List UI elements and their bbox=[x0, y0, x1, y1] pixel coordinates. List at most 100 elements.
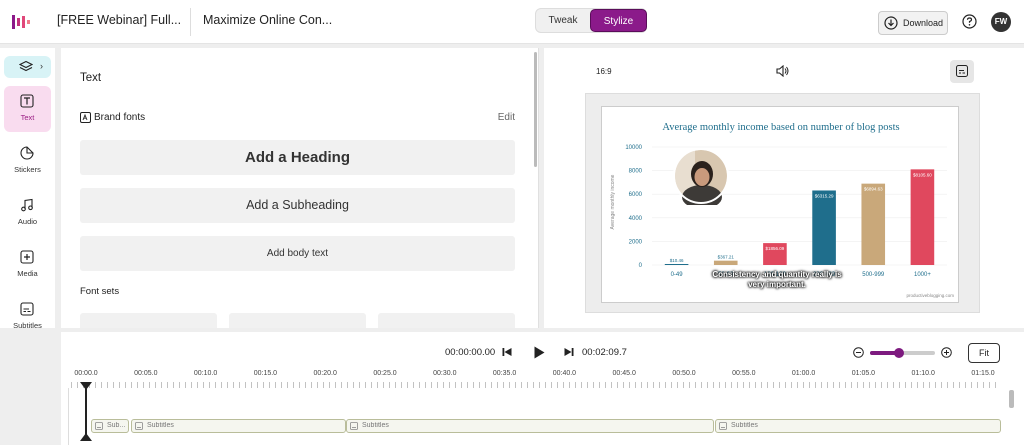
zoom-in-icon[interactable] bbox=[941, 347, 952, 358]
speaker-webcam-photo bbox=[673, 148, 729, 205]
aspect-ratio-selector[interactable]: 16:9 bbox=[596, 67, 612, 76]
brand-fonts-label: Brand fonts bbox=[94, 112, 146, 123]
ruler-time-label: 00:00.0 bbox=[74, 370, 98, 377]
subtitles-icon bbox=[95, 422, 103, 430]
panel-title: Text bbox=[80, 72, 102, 84]
subtitles-icon bbox=[135, 422, 143, 430]
project-title[interactable]: [FREE Webinar] Full... bbox=[57, 13, 181, 27]
timeline-panel: 00:00:00.00 00:02:09.7 Fit 00:00.0 00:05.… bbox=[61, 332, 1024, 445]
panel-scrollbar[interactable] bbox=[534, 52, 537, 167]
clip-label: Subtitles bbox=[362, 422, 389, 429]
subtitle-clip[interactable]: Subtitles bbox=[131, 419, 346, 433]
subtitles-icon bbox=[350, 422, 358, 430]
y-tick-label: 10000 bbox=[625, 145, 642, 151]
clip-label: Sub... bbox=[107, 422, 126, 429]
time-ruler[interactable]: 00:00.0 00:05.0 00:10.0 00:15.0 00:20.0 00:25… bbox=[61, 370, 1024, 390]
video-frame[interactable]: Average monthly income based on number o… bbox=[585, 93, 980, 313]
stylize-tab[interactable]: Stylize bbox=[590, 9, 647, 32]
chart-bar bbox=[861, 183, 886, 265]
sidebar: › Text Stickers Audio Media Subtitles bbox=[0, 48, 55, 330]
x-tick-label: 1000+ bbox=[914, 272, 931, 278]
y-tick-label: 0 bbox=[639, 263, 643, 269]
subtitle-track[interactable] bbox=[68, 388, 1001, 445]
add-body-text-button[interactable]: Add body text bbox=[80, 236, 515, 271]
music-note-icon bbox=[21, 198, 33, 212]
tweak-tab[interactable]: Tweak bbox=[536, 9, 590, 32]
bar-value-label: $1856.09 bbox=[766, 246, 785, 251]
sidebar-item-text[interactable]: Text bbox=[4, 86, 51, 132]
subtitle-clip[interactable]: Sub... bbox=[91, 419, 129, 433]
subtitle-clip[interactable]: Subtitles bbox=[715, 419, 1001, 433]
y-tick-label: 8000 bbox=[629, 169, 643, 175]
volume-icon[interactable] bbox=[776, 65, 789, 77]
chart-title: Average monthly income based on number o… bbox=[662, 122, 899, 133]
subtitles-toggle[interactable] bbox=[950, 60, 974, 83]
slide-watermark: productiveblogging.com bbox=[906, 293, 954, 298]
play-icon[interactable] bbox=[533, 346, 545, 359]
chevron-right-icon: › bbox=[40, 61, 43, 71]
sidebar-item-stickers[interactable]: Stickers bbox=[4, 138, 51, 184]
download-icon bbox=[884, 16, 898, 30]
zoom-slider[interactable] bbox=[870, 348, 935, 358]
zoom-out-icon[interactable] bbox=[853, 347, 864, 358]
font-set-card[interactable] bbox=[229, 313, 366, 328]
total-duration: 00:02:09.7 bbox=[582, 347, 627, 358]
download-label: Download bbox=[903, 18, 944, 28]
subtitle-caption: Consistency and quantity really is very … bbox=[712, 270, 842, 289]
bar-value-label: $10.46 bbox=[670, 258, 684, 263]
ruler-time-label: 00:30.0 bbox=[433, 370, 457, 377]
sidebar-item-label: Subtitles bbox=[13, 321, 42, 330]
ruler-time-label: 00:45.0 bbox=[612, 370, 636, 377]
chart-bar bbox=[910, 169, 935, 265]
sidebar-item-audio[interactable]: Audio bbox=[4, 190, 51, 236]
add-subheading-button[interactable]: Add a Subheading bbox=[80, 188, 515, 223]
chart-bar bbox=[664, 264, 689, 265]
playhead[interactable] bbox=[85, 384, 87, 439]
font-set-card[interactable] bbox=[378, 313, 515, 328]
playhead-handle-bottom[interactable] bbox=[80, 433, 92, 441]
sidebar-item-label: Media bbox=[17, 269, 38, 278]
brand-kit-icon bbox=[80, 112, 91, 123]
bar-value-label: $367.21 bbox=[718, 255, 735, 260]
ruler-time-label: 01:05.0 bbox=[851, 370, 876, 377]
subtitles-icon bbox=[956, 65, 968, 77]
x-tick-label: 500-999 bbox=[862, 272, 885, 278]
sidebar-item-subtitles[interactable]: Subtitles bbox=[4, 294, 51, 340]
brand-fonts-row: Brand fonts Edit bbox=[80, 111, 515, 125]
ruler-time-label: 00:05.0 bbox=[134, 370, 158, 377]
avatar[interactable]: FW bbox=[991, 12, 1011, 32]
layers-icon bbox=[19, 60, 33, 72]
subtitle-clip[interactable]: Subtitles bbox=[346, 419, 714, 433]
zoom-slider-handle[interactable] bbox=[894, 348, 905, 358]
fit-button[interactable]: Fit bbox=[968, 343, 1000, 363]
x-tick-label: 0-49 bbox=[671, 272, 684, 278]
y-tick-label: 6000 bbox=[629, 192, 643, 198]
y-tick-label: 2000 bbox=[629, 239, 643, 245]
download-button[interactable]: Download bbox=[878, 11, 948, 35]
font-set-card[interactable] bbox=[80, 313, 217, 328]
edit-brand-fonts-link[interactable]: Edit bbox=[498, 112, 515, 123]
ruler-time-label: 00:15.0 bbox=[253, 370, 278, 377]
clip-label: Subtitles bbox=[731, 422, 758, 429]
skip-forward-icon[interactable] bbox=[564, 347, 574, 357]
chart-bar bbox=[812, 190, 836, 265]
timeline-scrollbar[interactable] bbox=[1009, 390, 1014, 408]
sticker-icon bbox=[20, 146, 34, 160]
text-panel: Text Brand fonts Edit Add a Heading Add … bbox=[61, 48, 539, 328]
waveform-logo-icon[interactable] bbox=[12, 13, 30, 31]
add-heading-button[interactable]: Add a Heading bbox=[80, 140, 515, 175]
skip-back-icon[interactable] bbox=[502, 347, 512, 357]
divider bbox=[190, 8, 191, 36]
current-timecode: 00:00:00.00 bbox=[445, 347, 496, 358]
y-tick-label: 4000 bbox=[629, 216, 643, 222]
add-media-icon bbox=[20, 250, 34, 264]
video-slide: Average monthly income based on number o… bbox=[601, 106, 959, 303]
help-icon[interactable] bbox=[962, 14, 977, 29]
ruler-time-label: 01:10.0 bbox=[911, 370, 935, 377]
ruler-time-label: 00:50.0 bbox=[672, 370, 696, 377]
sidebar-item-media[interactable]: Media bbox=[4, 242, 51, 288]
layers-button[interactable]: › bbox=[4, 56, 51, 78]
video-title[interactable]: Maximize Online Con... bbox=[203, 13, 332, 27]
font-sets-label: Font sets bbox=[80, 286, 120, 297]
sidebar-item-label: Text bbox=[20, 113, 35, 122]
